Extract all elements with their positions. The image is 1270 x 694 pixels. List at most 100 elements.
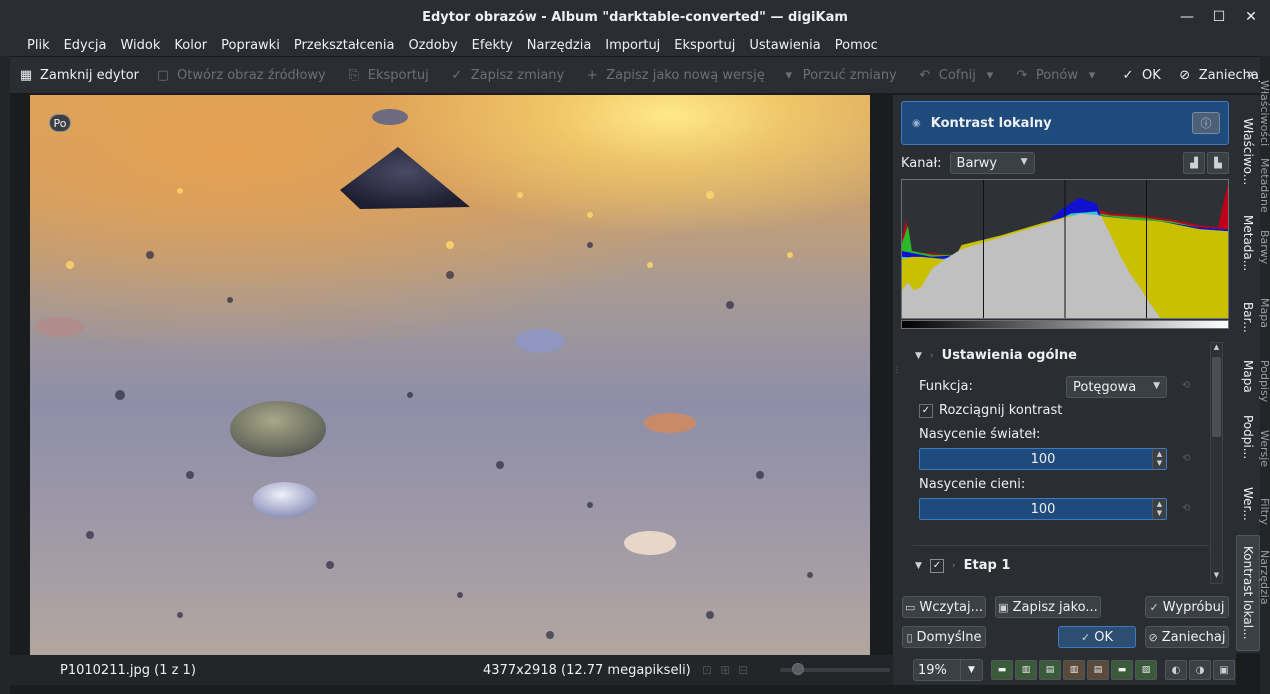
channel-select[interactable]: Barwy ▼ [949, 152, 1035, 174]
undo-label: Cofnij [938, 67, 976, 83]
menu-effects[interactable]: Efekty [465, 38, 520, 53]
preview-compare-vertical-icon[interactable]: ▥ [1063, 660, 1085, 680]
general-settings-header[interactable]: ▼ › Ustawienia ogólne [915, 348, 1077, 363]
open-source-button[interactable]: ▢ Otwórz obraz źródłowy [147, 57, 334, 93]
save-as-button[interactable]: ▣ Zapisz jako... [995, 596, 1101, 618]
zoom-out-icon[interactable]: ⊟ [738, 663, 748, 677]
checkmark-icon: ✓ [1149, 600, 1159, 614]
spin-buttons[interactable]: ▲ ▼ [1152, 449, 1166, 469]
spin-up-icon[interactable]: ▲ [1157, 500, 1162, 509]
discard-changes-button[interactable]: ▾ Porzuć zmiany [773, 57, 905, 93]
stage1-header[interactable]: ▼ ✓ › Etap 1 [915, 558, 1010, 573]
minimize-icon[interactable]: — [1178, 8, 1196, 26]
zoom-fit-icon[interactable]: ⊞ [720, 663, 730, 677]
defaults-label: Domyślne [916, 629, 982, 645]
ok-button[interactable]: ✓ OK [1112, 57, 1169, 93]
tab-local-contrast[interactable]: Kontrast lokal... [1236, 535, 1260, 651]
preview-target-icon[interactable]: ▬ [1111, 660, 1133, 680]
stretch-contrast-checkbox[interactable]: ✓ [919, 403, 933, 418]
bg-tab-colors: Barwy [1258, 230, 1270, 265]
menu-import[interactable]: Importuj [598, 38, 667, 53]
before-after-badge[interactable]: Po [49, 114, 71, 132]
preview-mouse-over-icon[interactable]: ▨ [1135, 660, 1157, 680]
highlight-saturation-slider[interactable]: 100 ▲ ▼ [919, 448, 1167, 470]
shadow-saturation-slider[interactable]: 100 ▲ ▼ [919, 498, 1167, 520]
image-canvas[interactable] [30, 95, 870, 655]
underexposure-icon[interactable]: ◐ [1165, 660, 1187, 680]
panel-cancel-button[interactable]: ⊘ Zaniechaj [1145, 626, 1229, 648]
indicator-buttons: ◐ ◑ ▣ [1165, 660, 1235, 680]
info-icon[interactable]: ⓘ [1192, 112, 1220, 134]
export-button[interactable]: ⎘ Eksportuj [338, 57, 437, 93]
chevron-down-icon: ▾ [1088, 67, 1096, 83]
overexposure-icon[interactable]: ◑ [1189, 660, 1211, 680]
photo-details [36, 109, 813, 639]
menu-transform[interactable]: Przekształcenia [287, 38, 402, 53]
reset-icon[interactable]: ⟲ [1182, 453, 1196, 467]
tab-versions-label: Wer... [1241, 487, 1255, 521]
menu-file[interactable]: Plik [20, 38, 57, 53]
menu-tools[interactable]: Narzędzia [520, 38, 599, 53]
zoom-select[interactable]: 19% ▼ [913, 659, 983, 681]
toolbar-overflow-icon[interactable]: » [1246, 67, 1254, 82]
spin-down-icon[interactable]: ▼ [1157, 509, 1162, 518]
menu-help[interactable]: Pomoc [828, 38, 885, 53]
spin-down-icon[interactable]: ▼ [1157, 459, 1162, 468]
redo-button[interactable]: ↷ Ponów ▾ [1006, 57, 1108, 93]
menu-decorate[interactable]: Ozdoby [401, 38, 464, 53]
preview-split-horizontal-icon[interactable]: ▤ [1039, 660, 1061, 680]
maximize-icon[interactable]: ☐ [1210, 8, 1228, 26]
tab-colors[interactable]: Bar... [1236, 295, 1260, 339]
preview-split-vertical-icon[interactable]: ▥ [1015, 660, 1037, 680]
panel-ok-button[interactable]: ✓ OK [1058, 626, 1136, 648]
zoom-slider[interactable] [780, 663, 890, 675]
defaults-button[interactable]: ▯ Domyślne [902, 626, 986, 648]
menu-enhance[interactable]: Poprawki [214, 38, 287, 53]
splitter-handle-icon[interactable]: ⋮ [893, 365, 901, 385]
tab-metadata[interactable]: Metada... [1236, 207, 1260, 279]
tab-properties[interactable]: Właściwo... [1236, 113, 1260, 191]
reset-icon[interactable]: ⟲ [1182, 380, 1196, 394]
tab-map[interactable]: Mapa [1236, 357, 1260, 395]
close-editor-button[interactable]: ▦ Zamknij edytor [10, 57, 147, 93]
tab-captions[interactable]: Podpi... [1236, 411, 1260, 463]
scrollbar-thumb[interactable] [1212, 357, 1221, 437]
color-managed-view-icon[interactable]: ▣ [1213, 660, 1235, 680]
settings-scrollbar[interactable]: ▲ ▼ [1210, 342, 1223, 584]
zoom-slider-handle[interactable] [792, 663, 804, 675]
bg-tab-metadata: Metadane [1258, 158, 1270, 213]
spin-buttons[interactable]: ▲ ▼ [1152, 499, 1166, 519]
spin-up-icon[interactable]: ▲ [1157, 450, 1162, 459]
load-button[interactable]: ▭ Wczytaj... [902, 596, 986, 618]
menu-export[interactable]: Eksportuj [667, 38, 742, 53]
fit-window-icon[interactable]: ⊡ [702, 663, 712, 677]
title-bar: Edytor obrazów - Album "darktable-conver… [0, 0, 1270, 34]
menu-color[interactable]: Kolor [167, 38, 214, 53]
save-new-version-button[interactable]: + Zapisz jako nową wersję [576, 57, 772, 93]
scroll-down-icon[interactable]: ▼ [1211, 571, 1222, 583]
channel-label: Kanał: [901, 155, 942, 171]
settings-area: ▼ › Ustawienia ogólne Funkcja: Potęgowa … [901, 340, 1221, 582]
close-icon[interactable]: ✕ [1242, 8, 1260, 26]
stage1-checkbox[interactable]: ✓ [929, 558, 944, 573]
menu-view[interactable]: Widok [113, 38, 167, 53]
linear-scale-icon[interactable]: ▟ [1183, 152, 1205, 174]
try-button[interactable]: ✓ Wypróbuj [1145, 596, 1229, 618]
scroll-up-icon[interactable]: ▲ [1211, 343, 1222, 355]
shadow-saturation-value: 100 [1030, 501, 1056, 517]
preview-compare-horizontal-icon[interactable]: ▤ [1087, 660, 1109, 680]
tab-versions[interactable]: Wer... [1236, 481, 1260, 527]
preview-original-icon[interactable]: ▬ [991, 660, 1013, 680]
reset-icon[interactable]: ⟲ [1182, 503, 1196, 517]
save-changes-button[interactable]: ✓ Zapisz zmiany [441, 57, 572, 93]
menu-settings[interactable]: Ustawienia [742, 38, 827, 53]
undo-button[interactable]: ↶ Cofnij ▾ [909, 57, 1006, 93]
menu-edit[interactable]: Edycja [57, 38, 114, 53]
tool-header: ◉ Kontrast lokalny ⓘ [901, 101, 1229, 145]
sand-specks [86, 242, 813, 639]
stretch-contrast-row[interactable]: ✓ Rozciągnij kontrast [919, 403, 1062, 418]
highlight-saturation-label: Nasycenie świateł: [919, 427, 1041, 442]
function-select[interactable]: Potęgowa ▼ [1066, 376, 1167, 398]
cancel-button[interactable]: ⊘ Zaniechaj [1169, 57, 1270, 93]
log-scale-icon[interactable]: ▙ [1207, 152, 1229, 174]
